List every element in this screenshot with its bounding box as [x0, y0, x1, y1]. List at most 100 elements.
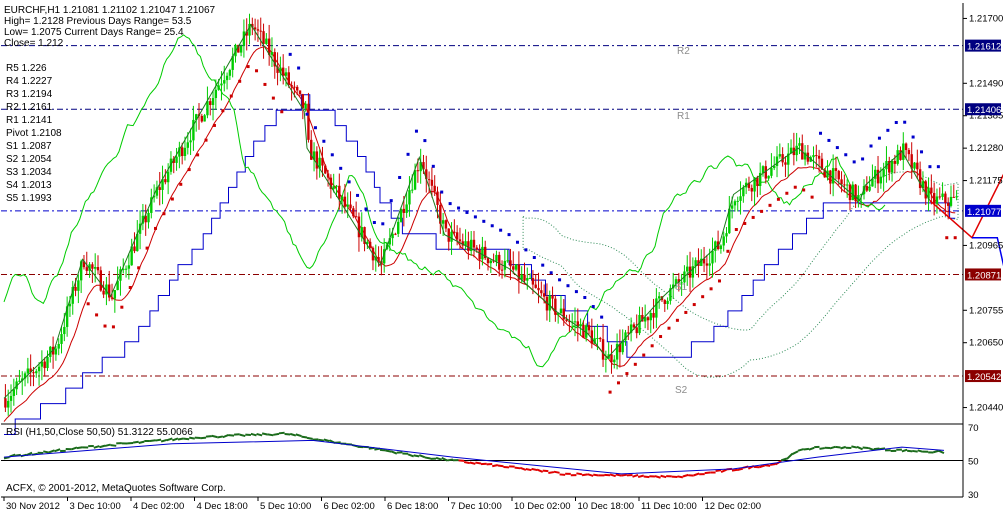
sar-dot-blue: [574, 290, 578, 294]
candle-body: [770, 168, 773, 176]
sar-dot-red: [280, 110, 284, 114]
candle-body: [293, 86, 296, 88]
candle-body: [503, 260, 507, 270]
candle-body: [481, 246, 484, 260]
sar-dot-red: [650, 344, 654, 348]
rsi-segment: [497, 464, 504, 468]
candle-body: [223, 80, 226, 84]
candle-body: [93, 267, 97, 269]
candle-body: [472, 239, 476, 248]
candle-body: [450, 231, 453, 242]
rsi-segment: [110, 444, 117, 447]
high-line: High= 1.2128 Previous Days Range= 53.5: [4, 16, 192, 27]
candle-body: [352, 208, 355, 217]
candle-body: [220, 83, 223, 86]
candle-body: [711, 250, 714, 264]
time-axis-label: 5 Dec 10:00: [260, 501, 311, 512]
candle-body: [405, 204, 408, 213]
candle-body: [206, 101, 209, 116]
rsi-segment: [43, 450, 50, 454]
candle-body: [913, 162, 916, 169]
sar-dot-blue: [448, 202, 452, 206]
sar-dot-blue: [507, 233, 511, 237]
price-axis-label: 1.20755: [969, 305, 1003, 316]
rsi-segment: [301, 435, 308, 439]
sar-dot-blue: [440, 190, 444, 194]
price-chart[interactable]: 1.217001.214901.213851.212801.211751.209…: [0, 0, 1003, 512]
sar-dot-blue: [844, 153, 848, 157]
candle-body: [287, 72, 290, 86]
candle-body: [259, 30, 262, 32]
pivot-list-item: R1 1.2141: [6, 115, 53, 126]
rsi-label: RSI (H1,50,Close 50,50) 51.3122 55.0066: [6, 427, 193, 438]
sar-dot-blue: [313, 126, 317, 130]
rsi-segment: [576, 472, 583, 476]
rsi-segment: [907, 449, 913, 453]
pivot-list-item: R3 1.2194: [6, 89, 53, 100]
level-label-s1: S1: [675, 282, 688, 293]
sar-dot-blue: [819, 131, 823, 135]
sar-dot-blue: [886, 128, 890, 132]
candle-body: [127, 265, 131, 269]
candle-body: [164, 179, 167, 183]
candle-body: [944, 193, 947, 203]
sar-dot-red: [246, 65, 250, 69]
candle-body: [9, 395, 13, 401]
rsi-segment: [217, 435, 224, 439]
candle-body: [599, 338, 602, 340]
low-line: Low= 1.2075 Current Days Range= 25.4: [4, 27, 184, 38]
pivot-list-item: S4 1.2013: [6, 180, 52, 191]
candle-body: [739, 196, 742, 201]
candle-body: [453, 231, 456, 233]
sar-dot-red: [221, 109, 225, 113]
sar-dot-blue: [600, 315, 604, 319]
sar-dot-blue: [398, 175, 402, 179]
rsi-segment: [704, 471, 711, 475]
sar-dot-blue: [852, 160, 856, 164]
sar-dot-red: [271, 96, 275, 100]
sar-dot-red: [229, 94, 233, 98]
candle-body: [357, 216, 361, 238]
candle-body: [812, 155, 815, 158]
candle-body: [756, 177, 759, 187]
sar-dot-blue: [869, 144, 873, 148]
rsi-segment: [261, 432, 268, 436]
pivot-list-item: S3 1.2034: [6, 167, 52, 178]
rsi-axis-label: 70: [968, 423, 979, 434]
candle-body: [74, 287, 77, 291]
time-axis-label: 6 Dec 02:00: [324, 501, 375, 512]
candle-body: [402, 208, 406, 213]
candle-body: [467, 241, 470, 251]
candle-body: [338, 185, 341, 200]
candle-body: [441, 220, 445, 224]
candle-body: [854, 184, 857, 202]
time-axis-label: 12 Dec 02:00: [705, 501, 762, 512]
candle-body: [124, 268, 128, 270]
symbol-line: EURCHF,H1 1.21081 1.21102 1.21047 1.2106…: [4, 5, 216, 16]
candle-body: [475, 247, 478, 250]
candle-body: [166, 171, 170, 183]
rsi-segment: [581, 473, 588, 477]
candle-body: [54, 348, 58, 355]
sar-dot-blue: [541, 263, 545, 267]
candle-body: [304, 103, 307, 109]
price-tag-text-s2: 1.20542: [967, 372, 1001, 383]
candle-body: [526, 278, 529, 281]
candle-body: [265, 38, 268, 44]
rsi-segment: [149, 439, 156, 442]
candle-body: [270, 52, 274, 55]
candle-body: [63, 326, 66, 335]
sar-dot-red: [95, 313, 99, 317]
sar-dot-red: [625, 372, 629, 376]
candle-body: [868, 186, 871, 191]
level-label-s2: S2: [675, 385, 688, 396]
rsi-segment: [424, 456, 431, 460]
sar-dot-blue: [431, 164, 435, 168]
price-tag-text-r1: 1.21406: [967, 105, 1001, 116]
candle-body: [714, 241, 717, 251]
price-axis-label: 1.21280: [969, 143, 1003, 154]
candle-body: [722, 236, 725, 246]
rsi-segment: [851, 445, 858, 449]
rsi-segment: [715, 469, 722, 473]
sar-dot-red: [675, 318, 679, 322]
